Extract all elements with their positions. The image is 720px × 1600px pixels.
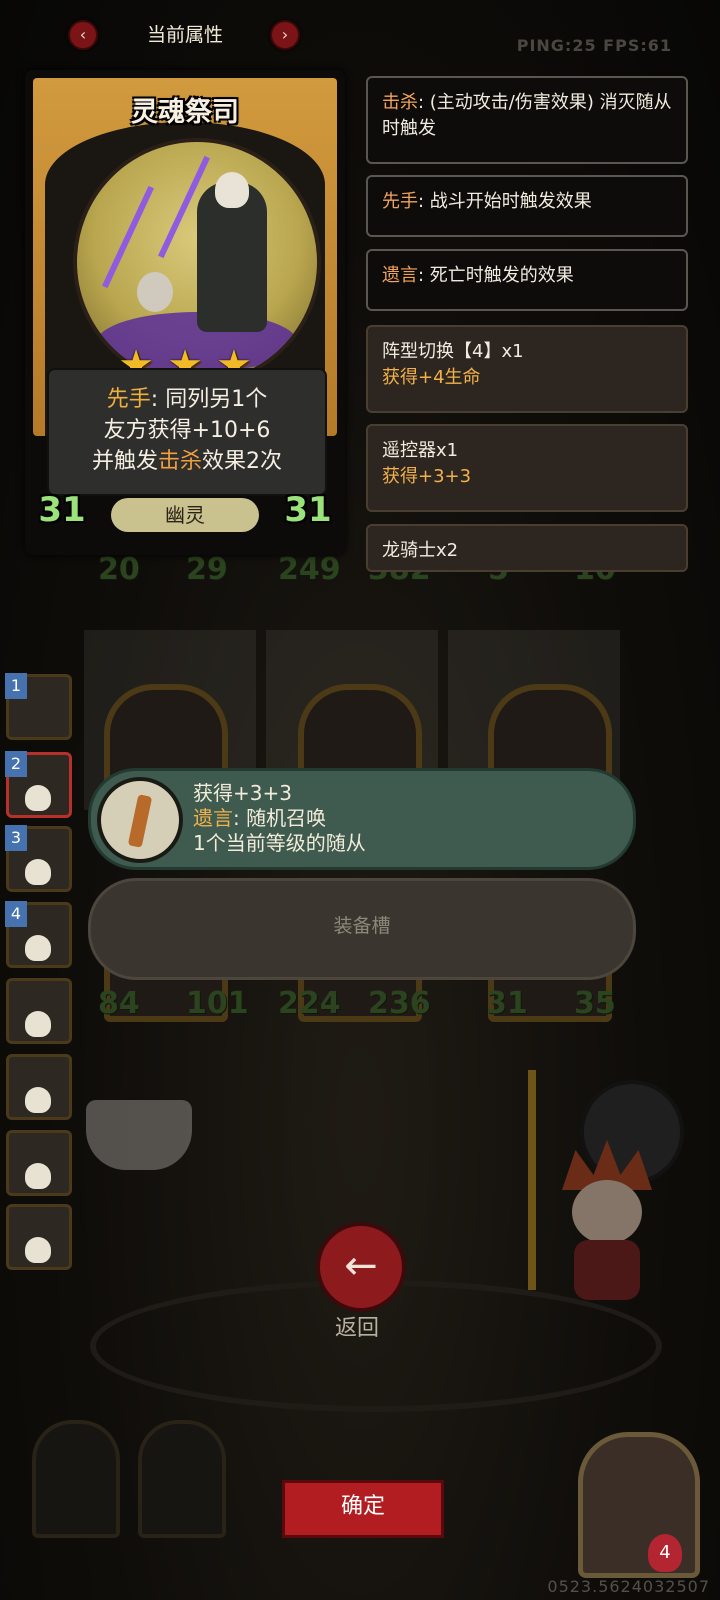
- tooltip-line: 1个当前等级的随从: [193, 831, 366, 855]
- keyword-panel-deathrattle: 遗言: 死亡时触发的效果: [366, 249, 688, 311]
- rank-badge: 1: [5, 673, 27, 699]
- card-name: 灵魂祭司: [131, 97, 239, 128]
- desc-text: 效果2次: [202, 449, 283, 474]
- item-entry: 阵型切换【4】x1 获得+4生命: [366, 325, 688, 413]
- back-button[interactable]: ←: [316, 1222, 406, 1312]
- roster-item[interactable]: 3: [5, 825, 72, 892]
- skull-icon: [25, 785, 51, 811]
- roster-item[interactable]: 1: [5, 673, 72, 740]
- roster-item[interactable]: [6, 1204, 72, 1270]
- skull-icon: [25, 1011, 51, 1037]
- skull-icon: [25, 1087, 51, 1113]
- keyword-panel-kill: 击杀: (主动攻击/伤害效果) 消灭随从时触发: [366, 76, 688, 164]
- roster-item[interactable]: 2: [5, 751, 72, 818]
- chevron-left-icon: ‹: [79, 25, 87, 44]
- skull-icon: [25, 935, 51, 961]
- rank-badge: 3: [5, 825, 27, 851]
- keyword-name: 击杀: [382, 92, 418, 113]
- player-level-badge: 4: [648, 1534, 682, 1572]
- keyword-first-strike: 先手: [106, 387, 151, 412]
- attack-stat: 31: [37, 485, 87, 535]
- health-stat: 31: [283, 485, 333, 535]
- equipment-slot[interactable]: 装备槽: [88, 878, 636, 980]
- rank-badge: 4: [5, 901, 27, 927]
- tooltip-text: 获得+3+3 遗言: 随机召唤 1个当前等级的随从: [193, 781, 366, 856]
- equipment-tooltip[interactable]: 获得+3+3 遗言: 随机召唤 1个当前等级的随从: [88, 768, 636, 870]
- tooltip-line: : 随机召唤: [233, 806, 327, 830]
- arrow-left-icon: ←: [344, 1243, 378, 1289]
- lightning-bolt: [102, 185, 154, 289]
- keyword-deathrattle: 遗言: [193, 806, 233, 830]
- top-bar: ‹ 当前属性 › PING:25 FPS:61: [0, 14, 720, 55]
- skull-icon: [25, 1237, 51, 1263]
- item-effect: 获得+3+3: [382, 466, 472, 487]
- keyword-text: : (主动攻击/伤害效果) 消灭随从时触发: [382, 92, 672, 139]
- remote-control-icon: [97, 777, 183, 863]
- keyword-name: 先手: [382, 191, 418, 212]
- coordinate-readout: 0523.5624032507: [547, 1577, 710, 1596]
- back-label: 返回: [334, 1316, 379, 1341]
- keyword-text: : 战斗开始时触发效果: [418, 191, 592, 212]
- minion-card: 灵魂祭司 ★ ★ ★ 先手: 同列另1个 友方获得+10+6 并触发击杀效果2次…: [25, 70, 345, 555]
- page-title: 当前属性: [146, 24, 223, 46]
- rank-badge: 2: [5, 751, 27, 777]
- item-name: 龙骑士x2: [382, 540, 459, 561]
- roster-item[interactable]: [6, 1130, 72, 1196]
- chevron-right-icon: ›: [281, 25, 289, 44]
- keyword-text: : 死亡时触发的效果: [418, 265, 574, 286]
- confirm-button[interactable]: 确定: [282, 1480, 444, 1538]
- prev-button[interactable]: ‹: [68, 20, 98, 50]
- item-name: 遥控器x1: [382, 440, 459, 461]
- ping-fps-readout: PING:25 FPS:61: [516, 36, 672, 55]
- item-effect: 获得+4生命: [382, 367, 481, 388]
- skull-icon: [25, 859, 51, 885]
- roster-item[interactable]: [6, 978, 72, 1044]
- tribe-label: 幽灵: [111, 498, 259, 532]
- keyword-kill: 击杀: [158, 449, 203, 474]
- next-button[interactable]: ›: [270, 20, 300, 50]
- tooltip-line: 获得+3+3: [193, 781, 292, 805]
- keyword-name: 遗言: [382, 265, 418, 286]
- keyword-panel-first-strike: 先手: 战斗开始时触发效果: [366, 175, 688, 237]
- card-description: 先手: 同列另1个 友方获得+10+6 并触发击杀效果2次: [47, 368, 327, 496]
- skeleton: [137, 272, 173, 312]
- item-name: 阵型切换【4】x1: [382, 341, 524, 362]
- desc-text: 友方获得+10+6: [103, 418, 271, 443]
- roster-item[interactable]: [6, 1054, 72, 1120]
- desc-text: 并触发: [91, 449, 158, 474]
- desc-text: : 同列另1个: [150, 387, 268, 412]
- skull-mask: [215, 172, 249, 208]
- item-entry: 龙骑士x2: [366, 524, 688, 572]
- item-entry: 遥控器x1 获得+3+3: [366, 424, 688, 512]
- skull-icon: [25, 1163, 51, 1189]
- roster-item[interactable]: 4: [5, 901, 72, 968]
